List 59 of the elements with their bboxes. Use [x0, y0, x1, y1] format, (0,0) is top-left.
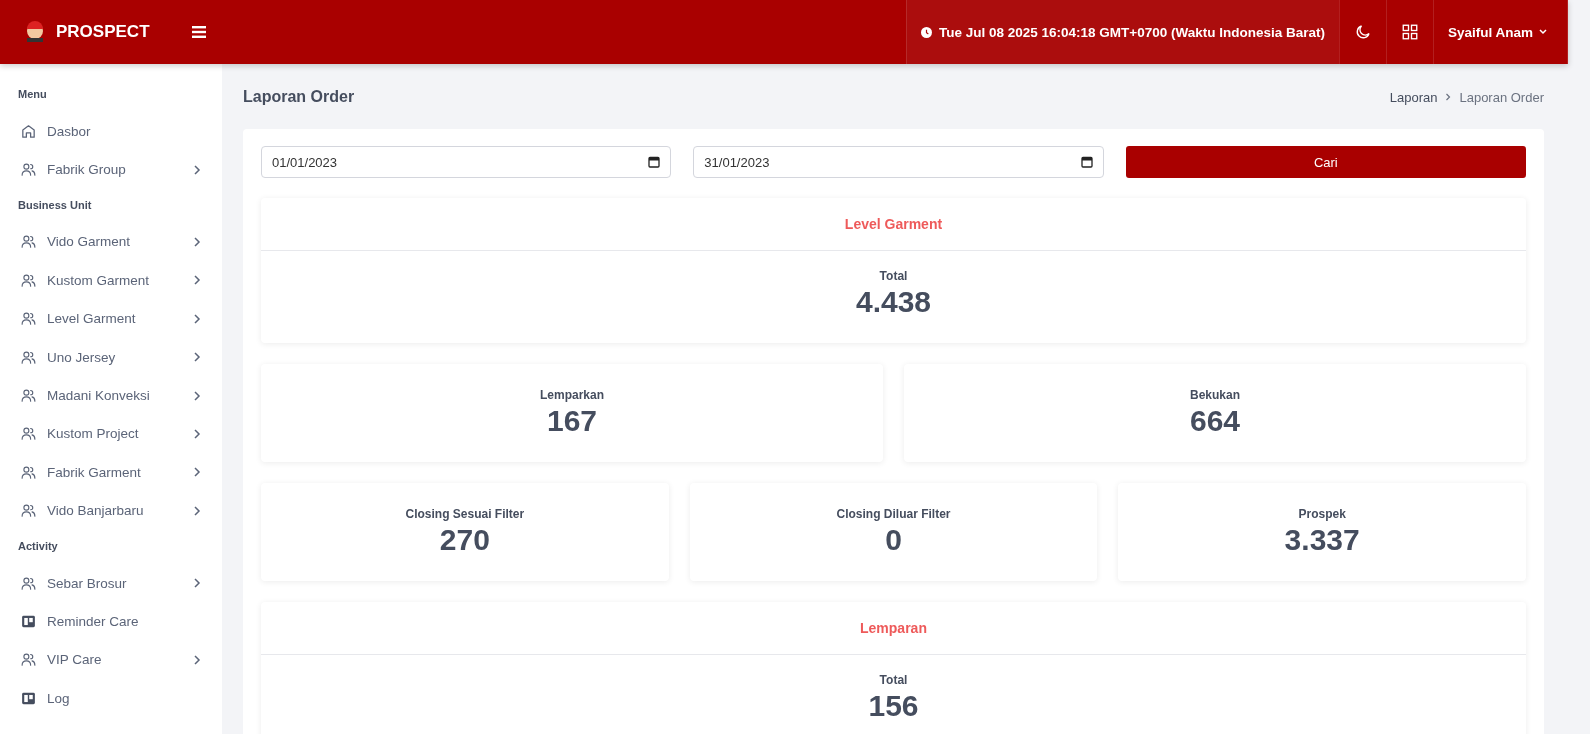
card-title: Level Garment — [844, 216, 943, 232]
user-name[interactable]: Syaiful Anam — [1447, 24, 1533, 40]
date-field[interactable]: 31/01/2023 — [693, 146, 1104, 178]
menu-heading: Menu — [17, 87, 48, 102]
stat-value: 3.337 — [1284, 523, 1360, 557]
users-icon — [20, 310, 37, 328]
stat-label: Total — [879, 269, 908, 283]
sidebar-item[interactable]: Kustom Project — [0, 414, 222, 454]
sidebar-item[interactable]: Level Garment — [0, 299, 222, 338]
date-time: Tue Jul 08 2025 16:04:18 GMT+0700 (Waktu Indonesia Barat) — [938, 24, 1325, 40]
menu-icon[interactable] — [192, 26, 206, 38]
sidebar-item[interactable]: Uno Jersey — [0, 337, 222, 377]
stat-value: 270 — [439, 523, 490, 557]
search-button[interactable]: Cari — [1125, 146, 1526, 178]
menu-heading: Business Unit — [17, 197, 93, 213]
sidebar-item[interactable]: Madani Konveksi — [0, 376, 222, 415]
breadcrumb-item[interactable]: Laporan — [1389, 89, 1438, 105]
grid-icon[interactable] — [1400, 23, 1419, 41]
stat-label: Total — [879, 673, 908, 687]
home-icon — [20, 122, 37, 140]
stat-label: Prospek — [1298, 507, 1346, 521]
stat-label: Lemparkan — [540, 388, 604, 402]
sidebar-item[interactable]: VIP Care — [0, 640, 222, 680]
sidebar-item[interactable]: Vido Garment — [0, 222, 222, 262]
date-field[interactable]: 01/01/2023 — [261, 146, 672, 178]
sidebar-item[interactable]: Dasbor — [0, 112, 222, 151]
stat-label: Closing Diluar Filter — [836, 507, 951, 521]
board-icon — [20, 613, 37, 630]
page-title: Laporan Order — [243, 88, 355, 106]
logo-icon — [24, 21, 46, 43]
sidebar-item[interactable]: Sebar Brosur — [0, 563, 222, 603]
chevron-icon — [1445, 93, 1452, 101]
users-icon — [20, 387, 37, 405]
caret-icon — [1539, 29, 1547, 35]
sidebar-item[interactable]: Vido Banjarbaru — [0, 491, 222, 530]
users-icon — [20, 233, 37, 251]
sidebar-item[interactable]: Reminder Care — [0, 602, 222, 641]
stat-label: Closing Sesuai Filter — [405, 507, 525, 521]
stat-value: 664 — [1189, 404, 1241, 438]
stat-label: Bekukan — [1190, 388, 1240, 402]
users-icon — [20, 425, 37, 443]
sidebar-item[interactable]: Kustom Garment — [0, 261, 222, 300]
users-icon — [20, 651, 37, 669]
clock-icon — [920, 26, 932, 38]
users-icon — [20, 161, 37, 179]
sidebar-item[interactable]: Fabrik Garment — [0, 453, 222, 492]
card-title: Lemparan — [860, 620, 927, 636]
stat-value: 0 — [885, 523, 902, 557]
menu-heading: Activity — [17, 538, 59, 554]
calendar-icon — [1080, 156, 1093, 168]
stat-value: 4.438 — [855, 285, 932, 319]
users-icon — [20, 502, 37, 520]
stat-value: 167 — [546, 404, 598, 438]
brand-name: PROSPECT — [56, 22, 150, 42]
sidebar-item[interactable]: Fabrik Group — [0, 150, 222, 189]
sidebar-item[interactable]: Log — [0, 679, 222, 718]
stat-value: 156 — [868, 689, 919, 723]
calendar-icon — [648, 156, 661, 168]
breadcrumb-item: Laporan Order — [1459, 89, 1544, 105]
